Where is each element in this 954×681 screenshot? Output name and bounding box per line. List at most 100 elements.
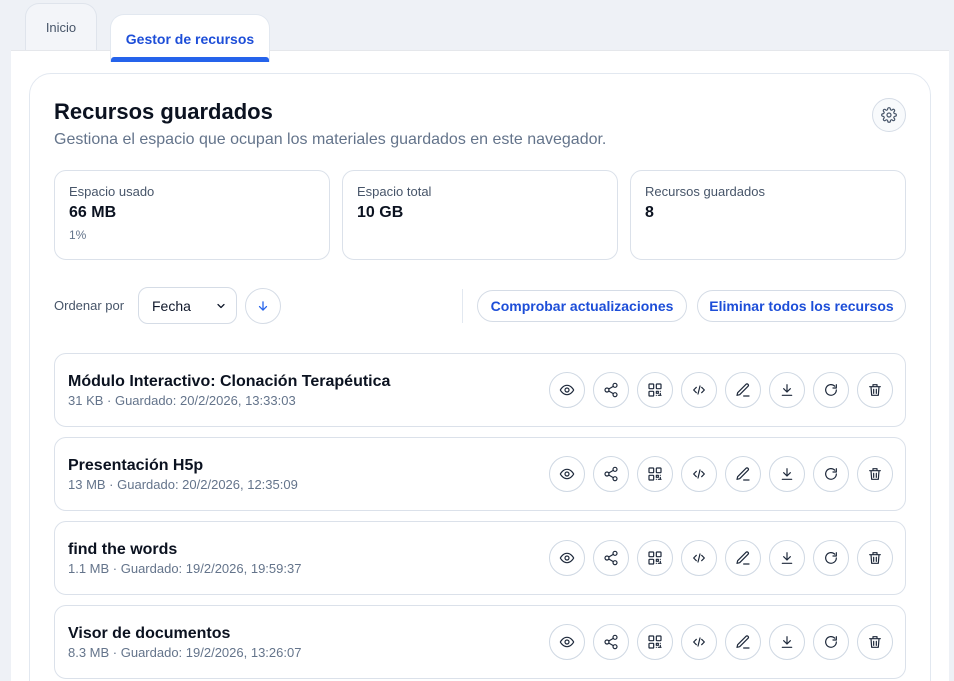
download-icon — [779, 382, 795, 398]
share-button[interactable] — [593, 540, 629, 576]
refresh-button[interactable] — [813, 540, 849, 576]
refresh-icon — [823, 382, 839, 398]
resource-actions — [549, 372, 893, 408]
share-icon — [603, 550, 619, 566]
check-updates-button[interactable]: Comprobar actualizaciones — [477, 290, 687, 322]
code-button[interactable] — [681, 372, 717, 408]
arrow-down-icon — [256, 299, 270, 313]
resource-actions — [549, 540, 893, 576]
stat-card-total-space: Espacio total 10 GB — [342, 170, 618, 260]
pencil-icon — [735, 382, 751, 398]
resource-meta: 31 KB · Guardado: 20/2/2026, 13:33:03 — [68, 393, 296, 408]
qr-code-icon — [647, 466, 663, 482]
tab-inicio-label: Inicio — [45, 19, 77, 35]
refresh-icon — [823, 550, 839, 566]
share-button[interactable] — [593, 624, 629, 660]
code-button[interactable] — [681, 540, 717, 576]
share-icon — [603, 634, 619, 650]
qr-code-button[interactable] — [637, 540, 673, 576]
download-icon — [779, 550, 795, 566]
pencil-button[interactable] — [725, 540, 761, 576]
resource-meta: 1.1 MB · Guardado: 19/2/2026, 19:59:37 — [68, 561, 302, 576]
pencil-button[interactable] — [725, 624, 761, 660]
trash-icon — [867, 634, 883, 650]
delete-all-button[interactable]: Eliminar todos los recursos — [697, 290, 906, 322]
download-button[interactable] — [769, 540, 805, 576]
download-button[interactable] — [769, 624, 805, 660]
trash-button[interactable] — [857, 372, 893, 408]
share-button[interactable] — [593, 372, 629, 408]
stat-label: Espacio total — [357, 184, 432, 199]
share-icon — [603, 382, 619, 398]
pencil-icon — [735, 466, 751, 482]
settings-button[interactable] — [872, 98, 906, 132]
eye-icon — [559, 466, 575, 482]
resource-row: Visor de documentos 8.3 MB · Guardado: 1… — [54, 605, 906, 679]
trash-icon — [867, 466, 883, 482]
download-button[interactable] — [769, 456, 805, 492]
eye-icon — [559, 550, 575, 566]
share-button[interactable] — [593, 456, 629, 492]
download-icon — [779, 634, 795, 650]
download-icon — [779, 466, 795, 482]
sort-label: Ordenar por — [54, 298, 125, 313]
sort-select-value: Fecha — [152, 297, 191, 314]
page-title: Recursos guardados — [54, 99, 273, 124]
tab-gestor-label: Gestor de recursos — [125, 30, 255, 47]
resource-name: Módulo Interactivo: Clonación Terapéutic… — [68, 373, 391, 390]
code-icon — [691, 382, 707, 398]
resource-actions — [549, 624, 893, 660]
resource-name: Visor de documentos — [68, 625, 231, 642]
resource-name: find the words — [68, 541, 178, 558]
refresh-button[interactable] — [813, 372, 849, 408]
gear-icon — [881, 107, 897, 123]
stat-value: 66 MB — [69, 204, 117, 221]
qr-code-icon — [647, 634, 663, 650]
code-icon — [691, 466, 707, 482]
page-subtitle: Gestiona el espacio que ocupan los mater… — [54, 131, 607, 148]
pencil-icon — [735, 550, 751, 566]
trash-button[interactable] — [857, 456, 893, 492]
chevron-down-icon — [215, 300, 227, 312]
sort-direction-button[interactable] — [245, 288, 281, 324]
toolbar-divider — [462, 289, 463, 323]
stat-value: 10 GB — [357, 204, 404, 221]
qr-code-button[interactable] — [637, 624, 673, 660]
refresh-button[interactable] — [813, 624, 849, 660]
code-button[interactable] — [681, 624, 717, 660]
trash-button[interactable] — [857, 540, 893, 576]
trash-icon — [867, 550, 883, 566]
pencil-icon — [735, 634, 751, 650]
code-icon — [691, 550, 707, 566]
download-button[interactable] — [769, 372, 805, 408]
resource-meta: 8.3 MB · Guardado: 19/2/2026, 13:26:07 — [68, 645, 302, 660]
qr-code-button[interactable] — [637, 372, 673, 408]
resource-actions — [549, 456, 893, 492]
qr-code-icon — [647, 382, 663, 398]
tab-inicio[interactable]: Inicio — [25, 3, 97, 50]
eye-button[interactable] — [549, 540, 585, 576]
tab-gestor-de-recursos[interactable]: Gestor de recursos — [110, 14, 270, 62]
pencil-button[interactable] — [725, 456, 761, 492]
stat-value: 8 — [645, 204, 654, 221]
trash-button[interactable] — [857, 624, 893, 660]
stat-percentage: 1% — [69, 228, 87, 242]
resource-row: find the words 1.1 MB · Guardado: 19/2/2… — [54, 521, 906, 595]
trash-icon — [867, 382, 883, 398]
eye-button[interactable] — [549, 624, 585, 660]
eye-icon — [559, 634, 575, 650]
resource-row: Presentación H5p 13 MB · Guardado: 20/2/… — [54, 437, 906, 511]
refresh-button[interactable] — [813, 456, 849, 492]
eye-button[interactable] — [549, 372, 585, 408]
sort-select[interactable]: Fecha — [138, 287, 237, 324]
code-icon — [691, 634, 707, 650]
resource-name: Presentación H5p — [68, 457, 204, 474]
stat-label: Espacio usado — [69, 184, 155, 199]
refresh-icon — [823, 634, 839, 650]
code-button[interactable] — [681, 456, 717, 492]
eye-button[interactable] — [549, 456, 585, 492]
eye-icon — [559, 382, 575, 398]
qr-code-button[interactable] — [637, 456, 673, 492]
tab-bar: Inicio Gestor de recursos — [0, 0, 954, 62]
pencil-button[interactable] — [725, 372, 761, 408]
